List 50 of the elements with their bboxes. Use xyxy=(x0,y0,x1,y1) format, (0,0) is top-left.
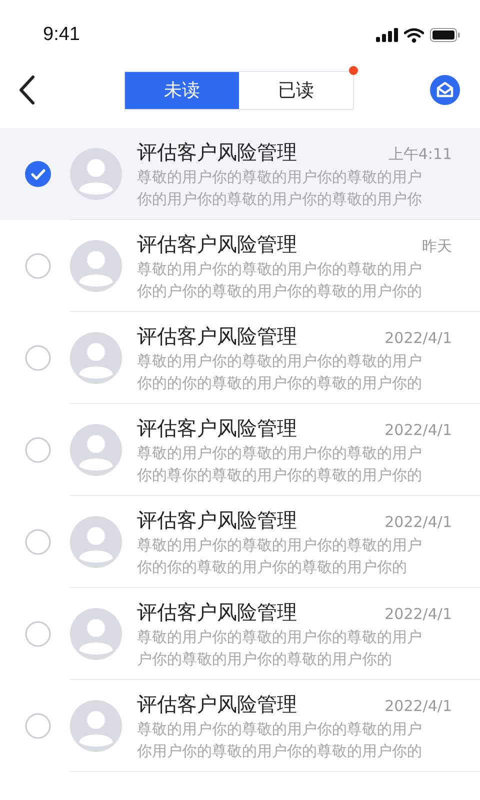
message-preview: 尊敬的用户你的尊敬的用户你的尊敬的用户 xyxy=(137,350,423,372)
battery-icon xyxy=(430,28,460,42)
message-preview: 你的的你的尊敬的用户你的尊敬的用户你的 xyxy=(137,372,423,394)
wifi-icon xyxy=(404,28,424,42)
message-title: 评估客户风险管理 xyxy=(137,599,297,625)
message-time: 2022/4/1 xyxy=(384,328,452,349)
message-title: 评估客户风险管理 xyxy=(137,415,297,441)
message-time: 2022/4/1 xyxy=(384,512,452,533)
message-preview: 尊敬的用户你的尊敬的用户你的尊敬的用户 xyxy=(137,718,423,740)
message-time: 上午4:11 xyxy=(388,144,452,165)
message-title: 评估客户风险管理 xyxy=(137,691,297,717)
checkbox[interactable] xyxy=(25,713,51,739)
message-time: 2022/4/1 xyxy=(384,696,452,717)
checkbox[interactable] xyxy=(25,621,51,647)
checkbox[interactable] xyxy=(25,437,51,463)
status-time: 9:41 xyxy=(43,22,80,47)
checkbox[interactable] xyxy=(25,529,51,555)
message-title: 评估客户风险管理 xyxy=(137,139,297,165)
message-preview: 尊敬的用户你的尊敬的用户你的尊敬的用户 xyxy=(137,166,423,188)
message-preview: 你用户你的尊敬的用户你的尊敬的用户你的 xyxy=(137,740,423,762)
signal-icon xyxy=(376,28,398,42)
message-time: 昨天 xyxy=(422,236,452,257)
avatar-icon xyxy=(70,332,122,384)
checkbox[interactable] xyxy=(25,161,51,187)
checkbox[interactable] xyxy=(25,345,51,371)
checkbox[interactable] xyxy=(25,253,51,279)
message-row[interactable]: 评估客户风险管理 上午4:11 尊敬的用户你的尊敬的用户你的尊敬的用户 你的用户你的尊敬的用户你的尊敬的用户你 xyxy=(0,128,480,220)
message-preview: 尊敬的用户你的尊敬的用户你的尊敬的用户 xyxy=(137,258,423,280)
back-icon[interactable] xyxy=(18,75,36,105)
message-title: 评估客户风险管理 xyxy=(137,507,297,533)
avatar-icon xyxy=(70,608,122,660)
avatar-icon xyxy=(70,424,122,476)
message-preview: 你的户你的尊敬的用户你的尊敬的用户你的 xyxy=(137,280,423,302)
tab[interactable]: 未读 xyxy=(125,72,239,108)
message-preview: 你的用户你的尊敬的用户你的尊敬的用户你 xyxy=(137,188,423,210)
avatar-icon xyxy=(70,148,122,200)
message-preview: 尊敬的用户你的尊敬的用户你的尊敬的用户 xyxy=(137,534,423,556)
message-preview: 你的尊你的尊敬的用户你的尊敬的用户你的 xyxy=(137,464,423,486)
avatar-icon xyxy=(70,240,122,292)
message-title: 评估客户风险管理 xyxy=(137,323,297,349)
avatar-icon xyxy=(70,516,122,568)
envelope-icon[interactable] xyxy=(430,75,460,105)
message-time: 2022/4/1 xyxy=(384,420,452,441)
message-preview: 你的你的尊敬的用户你的尊敬的用户你的 xyxy=(137,556,408,578)
avatar-icon xyxy=(70,700,122,752)
message-preview: 尊敬的用户你的尊敬的用户你的尊敬的用户 xyxy=(137,442,423,464)
message-title: 评估客户风险管理 xyxy=(137,231,297,257)
message-preview: 尊敬的用户你的尊敬的用户你的尊敬的用户 xyxy=(137,626,423,648)
message-time: 2022/4/1 xyxy=(384,604,452,625)
message-preview: 户你的尊敬的用户你的尊敬的用户你的 xyxy=(137,648,393,670)
